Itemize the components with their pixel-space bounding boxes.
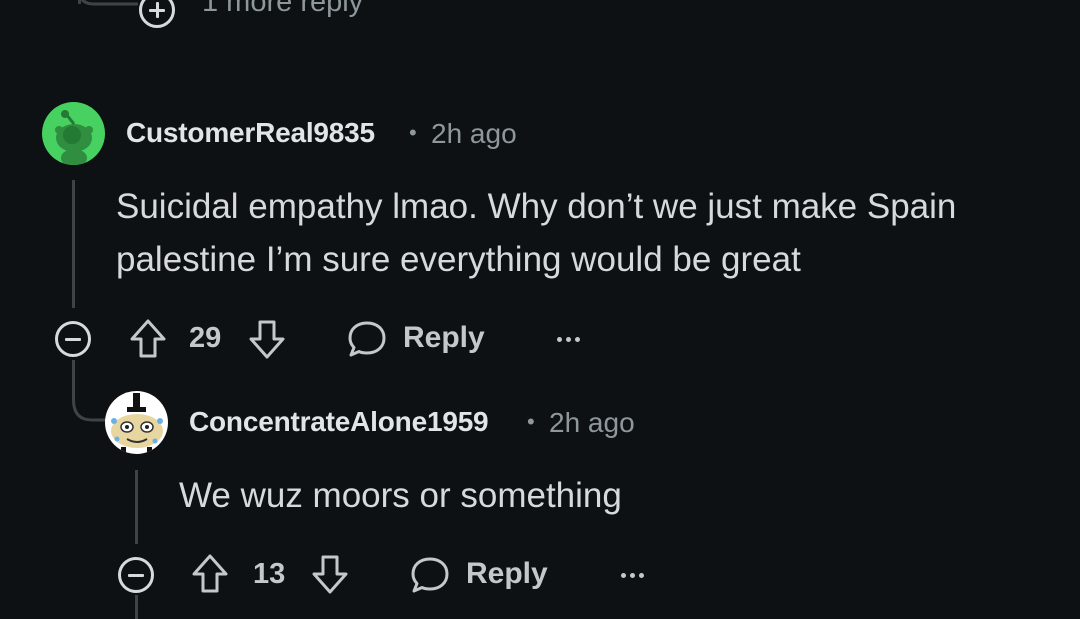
thread-line [72,180,75,308]
reply-button-label[interactable]: Reply [466,557,548,591]
avatar[interactable] [105,391,168,454]
meta-separator: • [409,120,417,145]
comment-body-line: Suicidal empathy lmao. Why don’t we just… [116,187,957,226]
comment-thread: 1 more reply CustomerReal9835 • 2h ago S… [0,0,1080,619]
reply-button-label[interactable]: Reply [403,321,485,355]
thread-curve-top [80,0,138,6]
downvote-icon[interactable] [310,553,350,595]
avatar[interactable] [42,102,105,165]
thread-line [135,595,138,619]
downvote-icon[interactable] [247,318,287,360]
upvote-icon[interactable] [128,318,168,360]
upvote-icon[interactable] [190,553,230,595]
comment-body-line: We wuz moors or something [179,476,622,515]
thread-line [135,470,138,544]
comment-bubble-icon [348,321,386,357]
snoo-avatar-icon [55,110,93,165]
expand-replies-button[interactable] [139,0,175,28]
snoo-avatar-icon [111,393,163,454]
reply-button[interactable] [409,552,451,598]
collapse-thread-button[interactable] [118,557,154,593]
minus-circle-icon [65,337,81,341]
minus-circle-icon [128,573,144,577]
comment-author[interactable]: ConcentrateAlone1959 [189,406,489,438]
more-options-icon[interactable] [557,337,580,342]
comment-bubble-icon [411,557,449,593]
meta-separator: • [527,409,535,434]
more-options-icon[interactable] [621,573,644,578]
reply-button[interactable] [346,316,388,362]
comment-timestamp: 2h ago [431,118,517,149]
comment-timestamp: 2h ago [549,407,635,438]
vote-count: 29 [189,322,222,354]
more-replies-link[interactable]: 1 more reply [202,0,363,19]
comment-author[interactable]: CustomerReal9835 [126,117,375,149]
vote-count: 13 [253,558,286,590]
comment-body-line: palestine I’m sure everything would be g… [116,240,801,279]
collapse-thread-button[interactable] [55,321,91,357]
